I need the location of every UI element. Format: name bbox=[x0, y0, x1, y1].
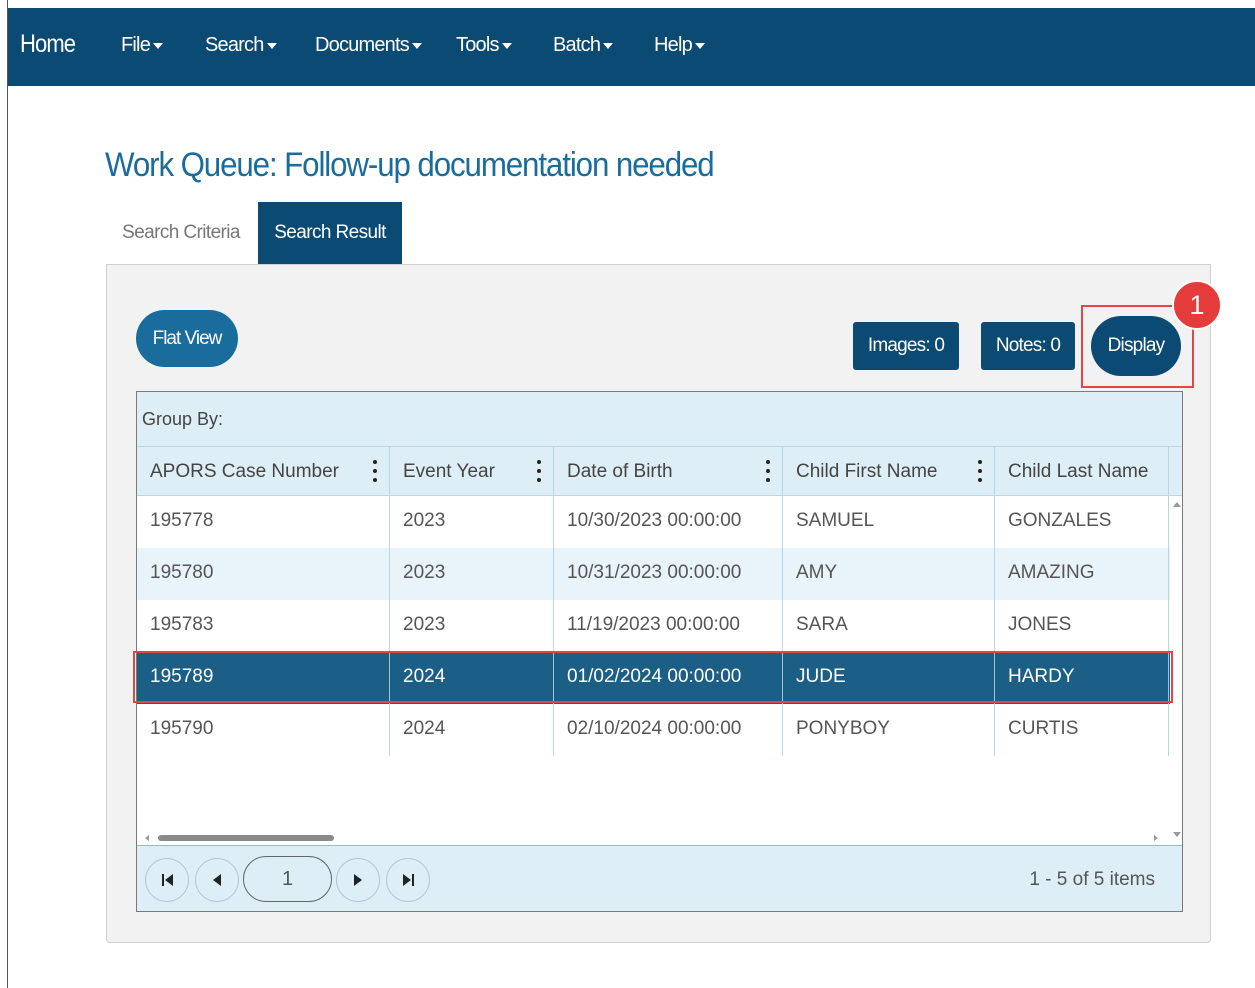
column-header-date-of-birth[interactable]: Date of Birth bbox=[554, 447, 783, 496]
cell-date-of-birth: 02/10/2024 00:00:00 bbox=[554, 704, 783, 756]
previous-page-button[interactable] bbox=[195, 858, 239, 902]
cell-case-number: 195778 bbox=[137, 496, 390, 548]
current-page-input[interactable]: 1 bbox=[243, 856, 332, 902]
cell-child-last-name: HARDY bbox=[995, 652, 1169, 704]
cell-child-last-name: CURTIS bbox=[995, 704, 1169, 756]
first-page-button[interactable] bbox=[145, 858, 189, 902]
pager-info: 1 - 5 of 5 items bbox=[1029, 869, 1155, 890]
nav-menu-label: Help bbox=[654, 34, 693, 56]
nav-menu-file[interactable]: File bbox=[121, 34, 164, 57]
results-grid: Group By: APORS Case Number Event Year D… bbox=[136, 391, 1183, 912]
cell-case-number: 195789 bbox=[137, 652, 390, 704]
cell-child-first-name: AMY bbox=[783, 548, 995, 600]
column-header-label: Date of Birth bbox=[567, 461, 673, 482]
nav-menu-label: Search bbox=[205, 34, 264, 56]
cell-case-number: 195783 bbox=[137, 600, 390, 652]
images-button[interactable]: Images: 0 bbox=[853, 322, 959, 370]
nav-menu-batch[interactable]: Batch bbox=[553, 34, 614, 57]
column-header-child-last-name[interactable]: Child Last Name bbox=[995, 447, 1169, 496]
group-by-area[interactable]: Group By: bbox=[137, 392, 1182, 447]
table-row[interactable]: 195783 2023 11/19/2023 00:00:00 SARA JON… bbox=[137, 600, 1170, 652]
cell-child-last-name: JONES bbox=[995, 600, 1169, 652]
grid-body: 195778 2023 10/30/2023 00:00:00 SAMUEL G… bbox=[137, 496, 1170, 756]
column-menu-icon[interactable] bbox=[537, 460, 543, 482]
nav-menu-label: Batch bbox=[553, 34, 601, 56]
last-page-button[interactable] bbox=[386, 858, 430, 902]
step-callout-badge: 1 bbox=[1172, 280, 1222, 330]
nav-menu-tools[interactable]: Tools bbox=[456, 34, 512, 57]
last-page-icon bbox=[402, 874, 414, 886]
caret-down-icon bbox=[411, 42, 422, 49]
grid-header: APORS Case Number Event Year Date of Bir… bbox=[137, 447, 1182, 496]
horizontal-scrollbar[interactable] bbox=[137, 832, 1170, 844]
cell-event-year: 2023 bbox=[390, 600, 554, 652]
nav-menu-documents[interactable]: Documents bbox=[315, 34, 422, 57]
column-menu-icon[interactable] bbox=[978, 460, 984, 482]
cell-date-of-birth: 10/31/2023 00:00:00 bbox=[554, 548, 783, 600]
caret-down-icon bbox=[266, 42, 277, 49]
column-header-label: APORS Case Number bbox=[150, 461, 340, 482]
table-row-selected[interactable]: 195789 2024 01/02/2024 00:00:00 JUDE HAR… bbox=[137, 652, 1170, 704]
scroll-left-icon[interactable] bbox=[145, 835, 149, 841]
nav-menu-search[interactable]: Search bbox=[205, 34, 277, 57]
column-menu-icon[interactable] bbox=[373, 460, 379, 482]
grid-pager: 1 1 - 5 of 5 items bbox=[137, 845, 1182, 911]
scroll-up-icon[interactable] bbox=[1173, 502, 1181, 507]
cell-child-first-name: SAMUEL bbox=[783, 496, 995, 548]
caret-down-icon bbox=[153, 42, 164, 49]
cell-date-of-birth: 01/02/2024 00:00:00 bbox=[554, 652, 783, 704]
column-header-case-number[interactable]: APORS Case Number bbox=[137, 447, 390, 496]
cell-event-year: 2023 bbox=[390, 496, 554, 548]
nav-menu-label: File bbox=[121, 34, 151, 56]
cell-child-first-name: JUDE bbox=[783, 652, 995, 704]
nav-menu-label: Tools bbox=[456, 34, 499, 56]
tab-search-result[interactable]: Search Result bbox=[258, 202, 402, 264]
page-title: Work Queue: Follow-up documentation need… bbox=[105, 146, 715, 184]
table-row[interactable]: 195778 2023 10/30/2023 00:00:00 SAMUEL G… bbox=[137, 496, 1170, 548]
caret-down-icon bbox=[501, 42, 512, 49]
table-row[interactable]: 195780 2023 10/31/2023 00:00:00 AMY AMAZ… bbox=[137, 548, 1170, 600]
scroll-down-icon[interactable] bbox=[1173, 832, 1181, 837]
cell-child-first-name: SARA bbox=[783, 600, 995, 652]
cell-event-year: 2023 bbox=[390, 548, 554, 600]
nav-menu-help[interactable]: Help bbox=[654, 34, 705, 57]
table-row[interactable]: 195790 2024 02/10/2024 00:00:00 PONYBOY … bbox=[137, 704, 1170, 756]
caret-down-icon bbox=[603, 42, 614, 49]
cell-child-last-name: AMAZING bbox=[995, 548, 1169, 600]
cell-child-last-name: GONZALES bbox=[995, 496, 1169, 548]
caret-down-icon bbox=[694, 42, 705, 49]
cell-event-year: 2024 bbox=[390, 652, 554, 704]
nav-home-link[interactable]: Home bbox=[20, 30, 76, 59]
first-page-icon bbox=[161, 874, 173, 886]
notes-button[interactable]: Notes: 0 bbox=[981, 322, 1075, 370]
column-header-label: Child Last Name bbox=[1008, 461, 1149, 482]
column-header-child-first-name[interactable]: Child First Name bbox=[783, 447, 995, 496]
scrollbar-thumb[interactable] bbox=[158, 835, 334, 841]
previous-page-icon bbox=[213, 874, 221, 886]
vertical-scrollbar[interactable] bbox=[1171, 496, 1182, 843]
top-navbar: Home File Search Documents Tools Batch H… bbox=[8, 8, 1255, 86]
column-header-label: Event Year bbox=[403, 461, 495, 482]
next-page-icon bbox=[354, 874, 362, 886]
column-header-event-year[interactable]: Event Year bbox=[390, 447, 554, 496]
scroll-right-icon[interactable] bbox=[1154, 835, 1158, 841]
window-edge bbox=[7, 0, 8, 988]
cell-case-number: 195790 bbox=[137, 704, 390, 756]
column-menu-icon[interactable] bbox=[766, 460, 772, 482]
cell-event-year: 2024 bbox=[390, 704, 554, 756]
column-header-label: Child First Name bbox=[796, 461, 938, 482]
cell-date-of-birth: 11/19/2023 00:00:00 bbox=[554, 600, 783, 652]
cell-date-of-birth: 10/30/2023 00:00:00 bbox=[554, 496, 783, 548]
cell-case-number: 195780 bbox=[137, 548, 390, 600]
tab-search-criteria[interactable]: Search Criteria bbox=[106, 202, 256, 264]
flat-view-button[interactable]: Flat View bbox=[136, 310, 238, 367]
nav-menu-label: Documents bbox=[315, 34, 410, 56]
next-page-button[interactable] bbox=[336, 858, 380, 902]
cell-child-first-name: PONYBOY bbox=[783, 704, 995, 756]
